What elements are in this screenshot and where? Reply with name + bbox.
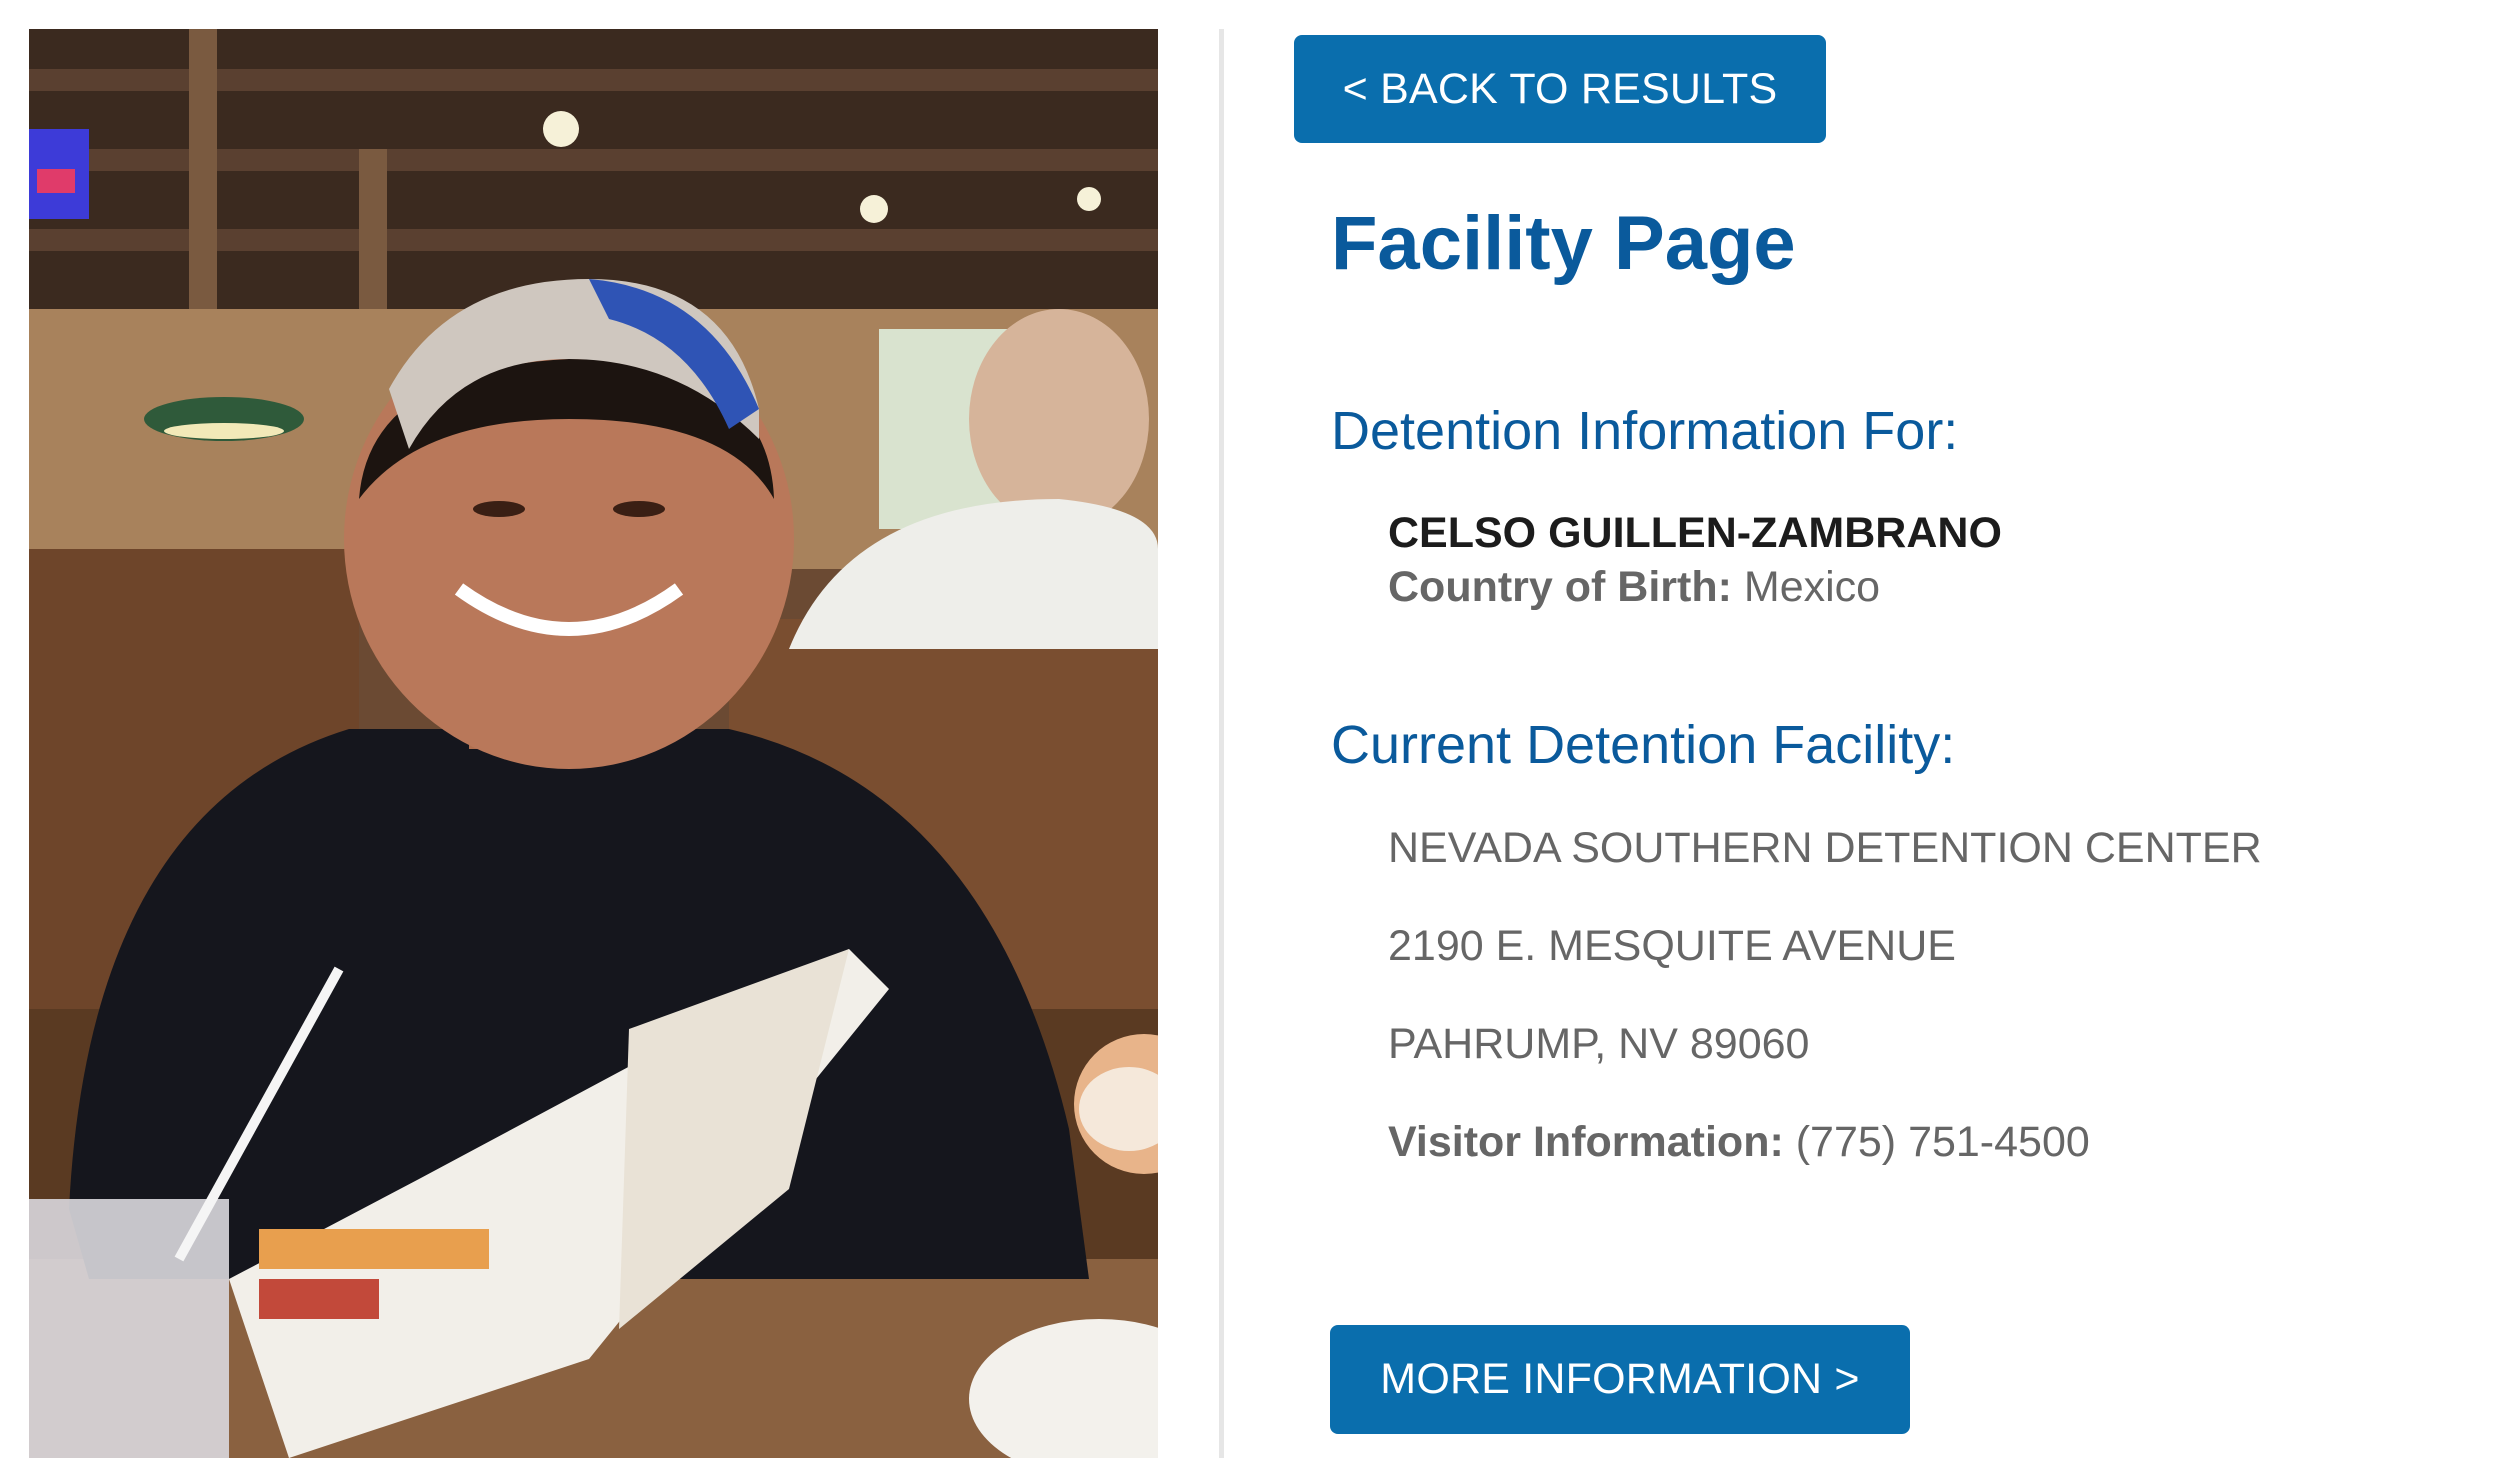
visitor-information-row: Visitor Information: (775) 751-4500 [1388, 1118, 2090, 1167]
page: < BACK TO RESULTS Facility Page Detentio… [0, 0, 2500, 1468]
back-to-results-label: < BACK TO RESULTS [1342, 64, 1778, 113]
detention-info-heading: Detention Information For: [1331, 401, 1959, 461]
country-of-birth-label: Country of Birth: [1388, 563, 1732, 611]
visitor-phone: (775) 751-4500 [1795, 1118, 2090, 1166]
facility-city-state-zip: PAHRUMP, NV 89060 [1388, 1020, 1810, 1068]
more-information-label: MORE INFORMATION > [1380, 1355, 1860, 1403]
person-photo [29, 29, 1158, 1458]
facility-street-address: 2190 E. MESQUITE AVENUE [1388, 922, 1956, 970]
more-information-button[interactable]: MORE INFORMATION > [1330, 1325, 1910, 1434]
country-of-birth-row: Country of Birth: Mexico [1388, 563, 1880, 612]
current-facility-heading: Current Detention Facility: [1331, 715, 1956, 775]
facility-name: NEVADA SOUTHERN DETENTION CENTER [1388, 824, 2262, 872]
page-title: Facility Page [1331, 201, 1796, 286]
person-photo-illustration [29, 29, 1158, 1458]
country-of-birth-value: Mexico [1743, 563, 1881, 611]
visitor-information-label: Visitor Information: [1388, 1118, 1784, 1166]
panel-divider [1219, 29, 1224, 1458]
back-to-results-button[interactable]: < BACK TO RESULTS [1294, 35, 1826, 143]
detainee-name: CELSO GUILLEN-ZAMBRANO [1388, 509, 2002, 557]
